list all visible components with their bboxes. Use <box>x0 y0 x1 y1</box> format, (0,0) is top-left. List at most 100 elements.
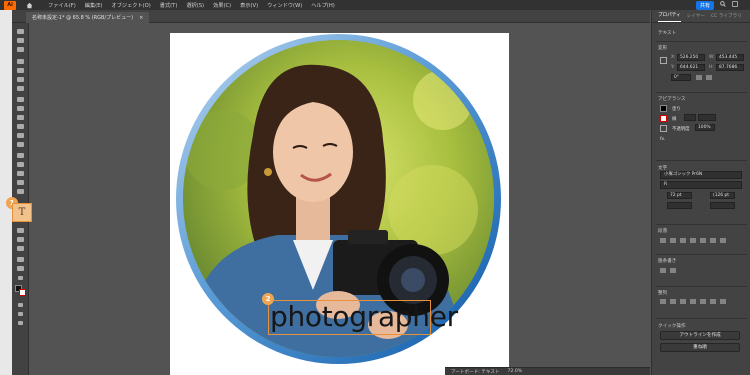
rotate-tool-icon[interactable] <box>17 153 24 158</box>
line-tool-icon[interactable] <box>17 115 24 120</box>
zoom-tool-icon[interactable] <box>17 228 24 233</box>
opacity-field[interactable]: 100% <box>695 124 715 131</box>
width-tool-icon[interactable] <box>17 171 24 176</box>
menu-window[interactable]: ウィンドウ(W) <box>267 2 302 9</box>
w-label: W: <box>709 55 715 60</box>
justify-right-icon[interactable] <box>710 238 716 243</box>
y-field[interactable]: 644.621 <box>677 64 705 71</box>
divider <box>656 41 747 42</box>
hand-tool-icon[interactable] <box>17 237 24 242</box>
artboard-tool-icon[interactable] <box>17 246 24 251</box>
menu-edit[interactable]: 編集(E) <box>85 2 103 9</box>
bullet-icons <box>660 268 676 273</box>
share-button[interactable]: 共有 <box>695 0 714 10</box>
numbered-list-icon[interactable] <box>670 268 676 273</box>
align-center-icon[interactable] <box>670 238 676 243</box>
leading-field[interactable]: (126 pt <box>710 192 735 199</box>
close-icon[interactable]: × <box>139 15 143 21</box>
menu-view[interactable]: 表示(V) <box>240 2 258 9</box>
align-objects-top-icon[interactable] <box>690 299 696 304</box>
type-tool-icon[interactable]: T <box>12 203 32 222</box>
align-title: 整列 <box>658 291 668 296</box>
stroke-color-swatch[interactable] <box>19 289 26 296</box>
align-objects-bottom-icon[interactable] <box>710 299 716 304</box>
search-icon[interactable] <box>720 1 726 9</box>
warp-tool-icon[interactable] <box>17 180 24 185</box>
pen-tool-icon[interactable] <box>17 97 24 102</box>
curvature-tool-icon[interactable] <box>17 106 24 111</box>
bullet-list-icon[interactable] <box>660 268 666 273</box>
workspace-icon[interactable] <box>732 1 738 9</box>
font-family-dropdown[interactable]: 小塚ゴシック Pr6N <box>660 171 742 179</box>
w-field[interactable]: 453.445 <box>716 54 744 61</box>
justify-all-icon[interactable] <box>720 238 726 243</box>
photographer-text[interactable]: photographer <box>270 300 458 334</box>
blend-tool-icon[interactable] <box>18 276 23 280</box>
artboard-navigator[interactable]: アートボード: テキスト <box>451 369 500 375</box>
reference-point-icon[interactable] <box>660 57 667 64</box>
eraser-tool-icon[interactable] <box>17 142 24 147</box>
x-field[interactable]: 526.250 <box>677 54 705 61</box>
gradient-tool-icon[interactable] <box>17 257 24 262</box>
rectangle-tool-icon[interactable] <box>17 59 24 64</box>
flip-horizontal-icon[interactable] <box>696 75 702 80</box>
scale-tool-icon[interactable] <box>17 162 24 167</box>
justify-center-icon[interactable] <box>700 238 706 243</box>
flip-vertical-icon[interactable] <box>706 75 712 80</box>
tab-layers[interactable]: レイヤー <box>687 13 705 22</box>
divider <box>656 318 747 319</box>
pencil-tool-icon[interactable] <box>17 133 24 138</box>
edit-toolbar-icon[interactable] <box>18 321 23 325</box>
screen-mode-icon[interactable] <box>18 312 23 316</box>
stroke-weight-field[interactable] <box>684 114 696 121</box>
stroke-swatch[interactable] <box>660 115 667 122</box>
menu-type[interactable]: 書式(T) <box>160 2 178 9</box>
document-tab-title: 名称未設定-1* @ 65.8 % (RGB/プレビュー) <box>32 15 134 21</box>
menu-file[interactable]: ファイル(F) <box>48 2 76 9</box>
paintbrush-tool-icon[interactable] <box>17 124 24 129</box>
home-icon[interactable] <box>24 0 34 10</box>
rotation-field[interactable]: 0° <box>671 74 691 81</box>
arrange-button[interactable]: 重ね順 <box>660 343 740 352</box>
zoom-readout[interactable]: 72.0% <box>508 369 523 374</box>
eyedropper-tool-icon[interactable] <box>17 266 24 271</box>
align-objects-left-icon[interactable] <box>660 299 666 304</box>
menu-object[interactable]: オブジェクト(O) <box>112 2 151 9</box>
fx-icon[interactable]: fx. <box>660 137 666 142</box>
align-right-icon[interactable] <box>680 238 686 243</box>
tab-properties[interactable]: プロパティ <box>658 12 681 22</box>
fill-swatch[interactable] <box>660 105 667 112</box>
create-outlines-button[interactable]: アウトラインを作成 <box>660 331 740 340</box>
magic-wand-tool-icon[interactable] <box>17 47 24 52</box>
align-left-icon[interactable] <box>660 238 666 243</box>
shape-builder-tool-icon[interactable] <box>17 189 24 194</box>
direct-selection-tool-icon[interactable] <box>17 38 24 43</box>
document-tab[interactable]: 名称未設定-1* @ 65.8 % (RGB/プレビュー) × <box>26 12 150 23</box>
more-options-icon[interactable] <box>720 299 726 304</box>
menu-help[interactable]: ヘルプ(H) <box>311 2 335 9</box>
tab-cc-libraries[interactable]: CC ライブラリ <box>711 13 742 22</box>
draw-mode-icon[interactable] <box>18 303 23 307</box>
ellipse-tool-icon[interactable] <box>17 68 24 73</box>
area-type-title: 箇条書き <box>658 259 677 264</box>
quick-actions-title: クイック操作 <box>658 324 686 329</box>
kerning-field[interactable] <box>667 202 692 209</box>
font-size-field[interactable]: 72 pt <box>667 192 692 199</box>
justify-left-icon[interactable] <box>690 238 696 243</box>
opacity-label: 不透明度 <box>672 127 690 132</box>
font-style-dropdown[interactable]: R <box>660 181 742 189</box>
illustrator-logo: Ai <box>4 0 16 10</box>
align-objects-vcenter-icon[interactable] <box>700 299 706 304</box>
menu-effect[interactable]: 効果(C) <box>213 2 231 9</box>
selection-tool-icon[interactable] <box>17 29 24 34</box>
left-margin-strip <box>0 10 12 375</box>
star-tool-icon[interactable] <box>17 86 24 91</box>
align-objects-right-icon[interactable] <box>680 299 686 304</box>
polygon-tool-icon[interactable] <box>17 77 24 82</box>
menu-select[interactable]: 選択(S) <box>186 2 204 9</box>
stroke-style-dropdown[interactable] <box>698 114 716 121</box>
callout-badge-2: 2 <box>262 293 274 305</box>
h-field[interactable]: 87.7686 <box>716 64 744 71</box>
tracking-field[interactable] <box>710 202 735 209</box>
align-objects-hcenter-icon[interactable] <box>670 299 676 304</box>
